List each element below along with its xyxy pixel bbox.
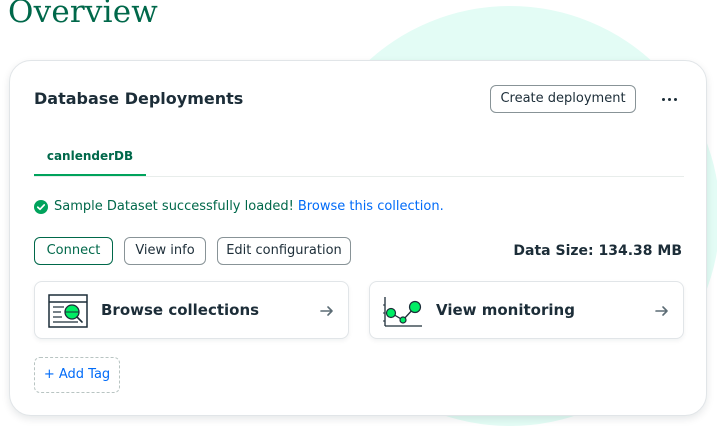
browse-collections-tile[interactable]: Browse collections — [34, 281, 349, 339]
deployments-card: Database Deployments Create deployment c… — [9, 60, 707, 416]
ellipsis-icon[interactable] — [656, 89, 682, 109]
ellipsis-dot — [673, 97, 677, 101]
view-info-button[interactable]: View info — [124, 237, 206, 265]
browse-collections-icon — [48, 294, 88, 328]
arrow-right-icon — [320, 306, 333, 316]
connect-button[interactable]: Connect — [34, 237, 113, 265]
ellipsis-dot — [661, 97, 665, 101]
view-monitoring-label: View monitoring — [436, 301, 575, 319]
data-size-label: Data Size: 134.38 MB — [513, 243, 682, 259]
monitoring-chart-icon — [383, 297, 422, 327]
create-deployment-button[interactable]: Create deployment — [490, 85, 636, 113]
tab-divider — [34, 176, 684, 177]
tab-canlenderdb[interactable]: canlenderDB — [34, 141, 146, 177]
view-monitoring-tile[interactable]: View monitoring — [369, 281, 684, 339]
status-message: Sample Dataset successfully loaded! Brow… — [34, 199, 444, 214]
arrow-right-icon — [655, 306, 668, 316]
page-title: Overview — [8, 0, 159, 30]
browse-collection-link[interactable]: Browse this collection. — [298, 199, 444, 214]
status-text: Sample Dataset successfully loaded! — [54, 199, 294, 214]
check-circle-icon — [34, 199, 48, 214]
ellipsis-dot — [667, 97, 671, 101]
card-title: Database Deployments — [34, 89, 244, 108]
add-tag-button[interactable]: + Add Tag — [34, 357, 120, 393]
browse-collections-label: Browse collections — [101, 301, 260, 319]
edit-configuration-button[interactable]: Edit configuration — [217, 237, 351, 265]
